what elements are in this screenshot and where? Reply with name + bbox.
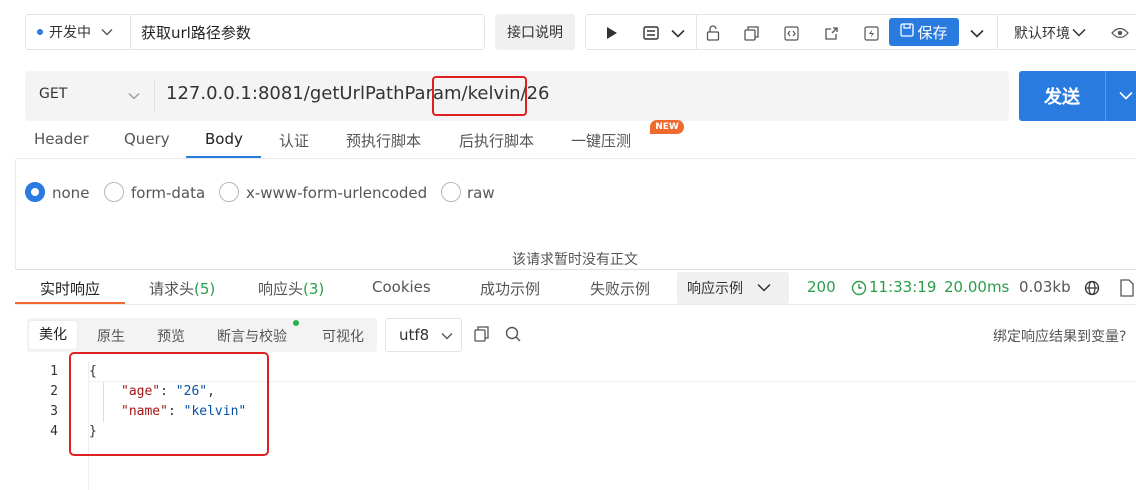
chevron-down-icon [757, 280, 771, 296]
copy-icon[interactable] [742, 24, 760, 42]
chevron-down-icon [1118, 88, 1133, 104]
line-number: 2 [50, 384, 58, 399]
toolbar-divider [997, 15, 998, 49]
response-top-divider [15, 269, 1136, 270]
tab-pre-script[interactable]: 预执行脚本 [346, 130, 421, 151]
tab-request-headers[interactable]: 请求头(5) [149, 278, 215, 299]
search-icon[interactable] [505, 326, 521, 346]
globe-icon[interactable] [1084, 280, 1100, 300]
eye-icon[interactable] [1111, 24, 1129, 42]
toolbar-divider [696, 15, 697, 49]
radio-form-data-label[interactable]: form-data [131, 184, 205, 202]
status-dot [37, 29, 43, 35]
tab-query[interactable]: Query [124, 130, 170, 148]
environment-select[interactable]: 默认环境 [1014, 23, 1086, 43]
status-code: 200 [807, 278, 836, 296]
response-size: 0.03kb [1019, 278, 1071, 296]
tab-success-example[interactable]: 成功示例 [480, 278, 540, 299]
view-visualize[interactable]: 可视化 [322, 326, 364, 346]
radio-none-label[interactable]: none [52, 184, 89, 202]
chevron-down-icon[interactable] [669, 24, 687, 42]
method-select[interactable]: GET [39, 86, 67, 102]
assertion-indicator-dot [293, 320, 299, 326]
panel-border [15, 160, 16, 270]
response-headers-count: (3) [303, 280, 325, 298]
radio-urlencoded[interactable] [219, 182, 239, 202]
chevron-down-icon [101, 24, 113, 40]
save-icon [900, 23, 915, 41]
encoding-select[interactable]: utf8 [385, 318, 462, 352]
status-label: 开发中 [49, 25, 91, 41]
api-name-input[interactable]: 获取url路径参数 [130, 14, 485, 50]
response-tabs-divider [15, 304, 1136, 305]
tab-cookies[interactable]: Cookies [372, 278, 431, 296]
chevron-down-icon[interactable] [128, 88, 140, 104]
send-dropdown[interactable] [1105, 71, 1136, 121]
url-highlight-box [432, 76, 527, 116]
example-select[interactable]: 响应示例 [677, 272, 789, 304]
list-icon[interactable] [642, 24, 660, 42]
tab-load-test[interactable]: 一键压测 [571, 130, 631, 151]
tab-response-headers[interactable]: 响应头(3) [258, 278, 324, 299]
response-duration: 20.00ms [944, 278, 1010, 296]
tab-post-script[interactable]: 后执行脚本 [459, 130, 534, 151]
status-select[interactable]: 开发中 [25, 14, 130, 50]
view-preview[interactable]: 预览 [157, 326, 185, 346]
encoding-label: utf8 [399, 326, 430, 344]
file-icon[interactable] [1120, 279, 1134, 301]
line-number: 3 [50, 404, 58, 419]
line-number: 1 [50, 364, 58, 379]
method-divider [154, 79, 155, 113]
radio-form-data[interactable] [104, 182, 124, 202]
line-number: 4 [50, 424, 58, 439]
view-assertions[interactable]: 断言与校验 [217, 326, 287, 346]
view-beautify[interactable]: 美化 [29, 321, 77, 349]
share-icon[interactable] [822, 24, 840, 42]
code-icon[interactable] [782, 24, 800, 42]
copy-icon[interactable] [474, 326, 489, 346]
view-mode-group: 美化 原生 预览 断言与校验 可视化 [27, 318, 377, 352]
radio-raw[interactable] [441, 182, 461, 202]
new-badge: NEW [650, 120, 684, 134]
tab-header[interactable]: Header [34, 130, 89, 148]
radio-none[interactable] [25, 182, 45, 202]
clock-icon [851, 280, 867, 300]
play-icon[interactable] [603, 24, 621, 42]
tab-auth[interactable]: 认证 [279, 130, 309, 151]
tab-fail-example[interactable]: 失败示例 [590, 278, 650, 299]
flash-icon[interactable] [862, 24, 880, 42]
view-raw[interactable]: 原生 [97, 326, 125, 346]
environment-label: 默认环境 [1014, 26, 1070, 42]
bind-response-link[interactable]: 绑定响应结果到变量? [993, 326, 1126, 346]
empty-body-text: 该请求暂时没有正文 [512, 252, 638, 268]
action-toolbar: 保存 默认环境 [585, 14, 1136, 50]
save-button[interactable]: 保存 [889, 18, 959, 46]
save-label: 保存 [917, 23, 948, 42]
radio-raw-label[interactable]: raw [467, 184, 495, 202]
response-highlight-box [69, 352, 269, 456]
tab-realtime-response[interactable]: 实时响应 [40, 278, 100, 299]
chevron-down-icon[interactable] [968, 24, 986, 42]
tab-body[interactable]: Body [205, 130, 243, 148]
unlock-icon[interactable] [704, 24, 722, 42]
tabs-divider [15, 158, 1136, 159]
send-button[interactable]: 发送 [1019, 71, 1105, 121]
api-doc-button[interactable]: 接口说明 [495, 14, 575, 50]
tab-response-headers-label: 响应头 [258, 280, 304, 298]
example-select-label: 响应示例 [687, 281, 743, 297]
request-headers-count: (5) [194, 280, 216, 298]
response-time: 11:33:19 [869, 278, 937, 296]
tab-request-headers-label: 请求头 [149, 280, 195, 298]
chevron-down-icon [1072, 25, 1086, 41]
radio-urlencoded-label[interactable]: x-www-form-urlencoded [246, 184, 427, 202]
chevron-down-icon [441, 326, 453, 344]
